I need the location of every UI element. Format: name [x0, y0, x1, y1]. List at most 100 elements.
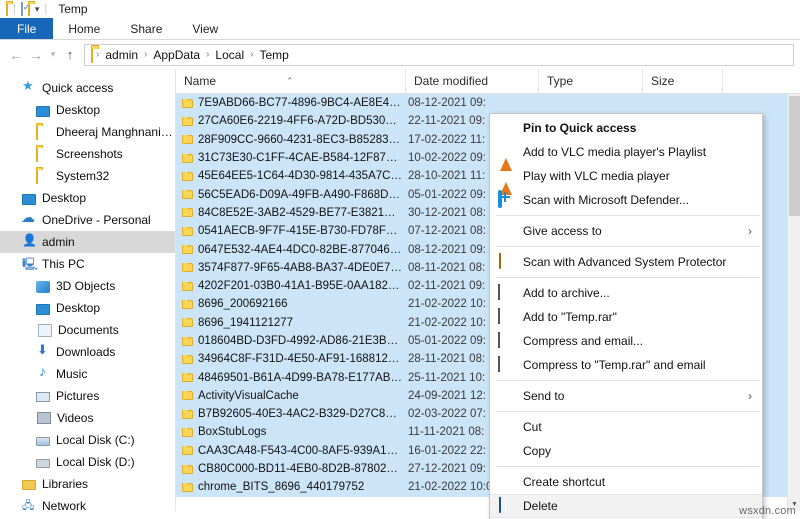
folder-icon: [176, 117, 198, 126]
downloads-icon: [36, 345, 50, 359]
sidebar-item-downloads[interactable]: Downloads: [0, 341, 175, 363]
menu-item-add-to-temp-rar[interactable]: Add to "Temp.rar": [490, 305, 762, 329]
sidebar-item-libraries[interactable]: Libraries: [0, 473, 175, 495]
menu-item-label: Compress and email...: [523, 334, 762, 348]
folder-icon: [176, 410, 198, 419]
sidebar-item-label: Local Disk (C:): [56, 433, 135, 447]
column-header-size[interactable]: Size: [643, 69, 723, 94]
sidebar-item-label: Screenshots: [56, 147, 123, 161]
menu-item-delete[interactable]: Delete: [490, 494, 762, 518]
folder-icon: [176, 355, 198, 364]
pictures-icon: [36, 392, 50, 402]
folder-icon: [176, 373, 198, 382]
sidebar-item-pictures[interactable]: Pictures: [0, 385, 175, 407]
recent-locations-button[interactable]: ▾: [46, 44, 60, 66]
sidebar-item-label: Libraries: [42, 477, 88, 491]
sidebar-item-desktop[interactable]: Desktop: [0, 187, 175, 209]
menu-separator: [496, 380, 760, 381]
sidebar-item-label: Videos: [57, 411, 93, 425]
folder-icon: [176, 446, 198, 455]
tab-file[interactable]: File: [0, 18, 53, 39]
menu-item-copy[interactable]: Copy: [490, 439, 762, 463]
disk-c-icon: [36, 437, 50, 446]
forward-button[interactable]: →: [26, 44, 46, 66]
menu-item-add-to-archive[interactable]: Add to archive...: [490, 281, 762, 305]
menu-item-compress-to-temp-rar-and-email[interactable]: Compress to "Temp.rar" and email: [490, 353, 762, 377]
menu-item-scan-with-advanced-system-protector[interactable]: Scan with Advanced System Protector: [490, 250, 762, 274]
menu-item-pin-to-quick-access[interactable]: Pin to Quick access: [490, 116, 762, 140]
file-name-cell: 34964C8F-F31D-4E50-AF91-168812A210CF: [198, 353, 406, 365]
vertical-scrollbar[interactable]: ▲ ▼: [787, 94, 800, 511]
date-modified-cell: 08-12-2021 09:: [406, 97, 539, 109]
folder-icon: [176, 391, 198, 400]
menu-item-create-shortcut[interactable]: Create shortcut: [490, 470, 762, 494]
sidebar-item-onedrive-personal[interactable]: OneDrive - Personal: [0, 209, 175, 231]
winrar-icon: [498, 357, 514, 373]
breadcrumb-item-appdata[interactable]: AppData: [150, 48, 203, 62]
chevron-down-icon[interactable]: ▾: [35, 4, 40, 15]
sidebar-item-screenshots[interactable]: Screenshots: [0, 143, 175, 165]
tab-view[interactable]: View: [177, 18, 233, 39]
sidebar-item-admin[interactable]: admin: [0, 231, 175, 253]
sort-ascending-icon: ⌃: [286, 69, 294, 94]
menu-separator: [496, 277, 760, 278]
scrollbar-thumb[interactable]: [789, 96, 800, 216]
sidebar-item-label: OneDrive - Personal: [42, 213, 151, 227]
sidebar-item-network[interactable]: Network: [0, 495, 175, 511]
defender-icon: [498, 192, 514, 208]
folder-icon: [176, 483, 198, 492]
sidebar-item-local-disk-d[interactable]: Local Disk (D:): [0, 451, 175, 473]
menu-item-send-to[interactable]: Send to›: [490, 384, 762, 408]
star-icon: [22, 81, 36, 95]
column-header-type[interactable]: Type: [539, 69, 643, 94]
menu-item-label: Play with VLC media player: [523, 169, 762, 183]
sidebar-item-documents[interactable]: Documents: [0, 319, 175, 341]
column-header-date-modified[interactable]: Date modified: [406, 69, 539, 94]
breadcrumb-item-admin[interactable]: admin: [102, 48, 141, 62]
folder-icon: [176, 465, 198, 474]
context-menu[interactable]: Pin to Quick accessAdd to VLC media play…: [489, 113, 763, 519]
sidebar-item-3d-objects[interactable]: 3D Objects: [0, 275, 175, 297]
file-name-cell: B7B92605-40E3-4AC2-B329-D27C80B8879B: [198, 408, 406, 420]
menu-separator: [496, 411, 760, 412]
sidebar-item-videos[interactable]: Videos: [0, 407, 175, 429]
sidebar-item-local-disk-c[interactable]: Local Disk (C:): [0, 429, 175, 451]
sidebar-item-quick-access[interactable]: Quick access: [0, 77, 175, 99]
music-icon: [36, 367, 50, 381]
breadcrumb[interactable]: › admin › AppData › Local › Temp: [84, 44, 794, 66]
sidebar-item-this-pc[interactable]: This PC: [0, 253, 175, 275]
up-button[interactable]: ↑: [60, 44, 80, 66]
sidebar-item-desktop[interactable]: Desktop: [0, 99, 175, 121]
menu-item-cut[interactable]: Cut: [490, 415, 762, 439]
menu-item-give-access-to[interactable]: Give access to›: [490, 219, 762, 243]
title-bar: | ▾ | Temp: [0, 0, 800, 18]
sidebar-item-dheeraj-manghnani-tax[interactable]: Dheeraj Manghnani tax: [0, 121, 175, 143]
sidebar-item-music[interactable]: Music: [0, 363, 175, 385]
tab-share[interactable]: Share: [115, 18, 177, 39]
file-name-cell: 7E9ABD66-BC77-4896-9BC4-AE8E427200...: [198, 97, 406, 109]
sidebar-item-label: Network: [42, 499, 86, 511]
menu-item-play-with-vlc-media-player[interactable]: Play with VLC media player: [490, 164, 762, 188]
folder-icon: [176, 99, 198, 108]
navigation-pane[interactable]: Quick accessDesktopDheeraj Manghnani tax…: [0, 69, 175, 511]
breadcrumb-item-temp[interactable]: Temp: [256, 48, 291, 62]
file-name-cell: CAA3CA48-F543-4C00-8AF5-939A106D2...: [198, 445, 406, 457]
back-button[interactable]: ←: [6, 44, 26, 66]
file-name-cell: 28F909CC-9660-4231-8EC3-B852836A739E: [198, 134, 406, 146]
sidebar-item-label: 3D Objects: [56, 279, 115, 293]
tab-home[interactable]: Home: [53, 18, 115, 39]
table-row[interactable]: 7E9ABD66-BC77-4896-9BC4-AE8E427200...08-…: [176, 94, 800, 112]
properties-icon[interactable]: [21, 3, 23, 15]
menu-item-scan-with-microsoft-defender[interactable]: Scan with Microsoft Defender...: [490, 188, 762, 212]
new-folder-icon[interactable]: [28, 3, 30, 15]
sidebar-item-desktop[interactable]: Desktop: [0, 297, 175, 319]
menu-icon-placeholder: [498, 443, 514, 459]
sidebar-item-system32[interactable]: System32: [0, 165, 175, 187]
menu-item-compress-and-email[interactable]: Compress and email...: [490, 329, 762, 353]
breadcrumb-item-local[interactable]: Local: [212, 48, 247, 62]
monitor-icon: [22, 194, 36, 205]
file-name-cell: 31C73E30-C1FF-4CAE-B584-12F879D394AE: [198, 152, 406, 164]
sidebar-item-label: Desktop: [42, 191, 86, 205]
column-header-name[interactable]: Name ⌃: [176, 69, 406, 94]
menu-item-add-to-vlc-media-player-s-playlist[interactable]: Add to VLC media player's Playlist: [490, 140, 762, 164]
